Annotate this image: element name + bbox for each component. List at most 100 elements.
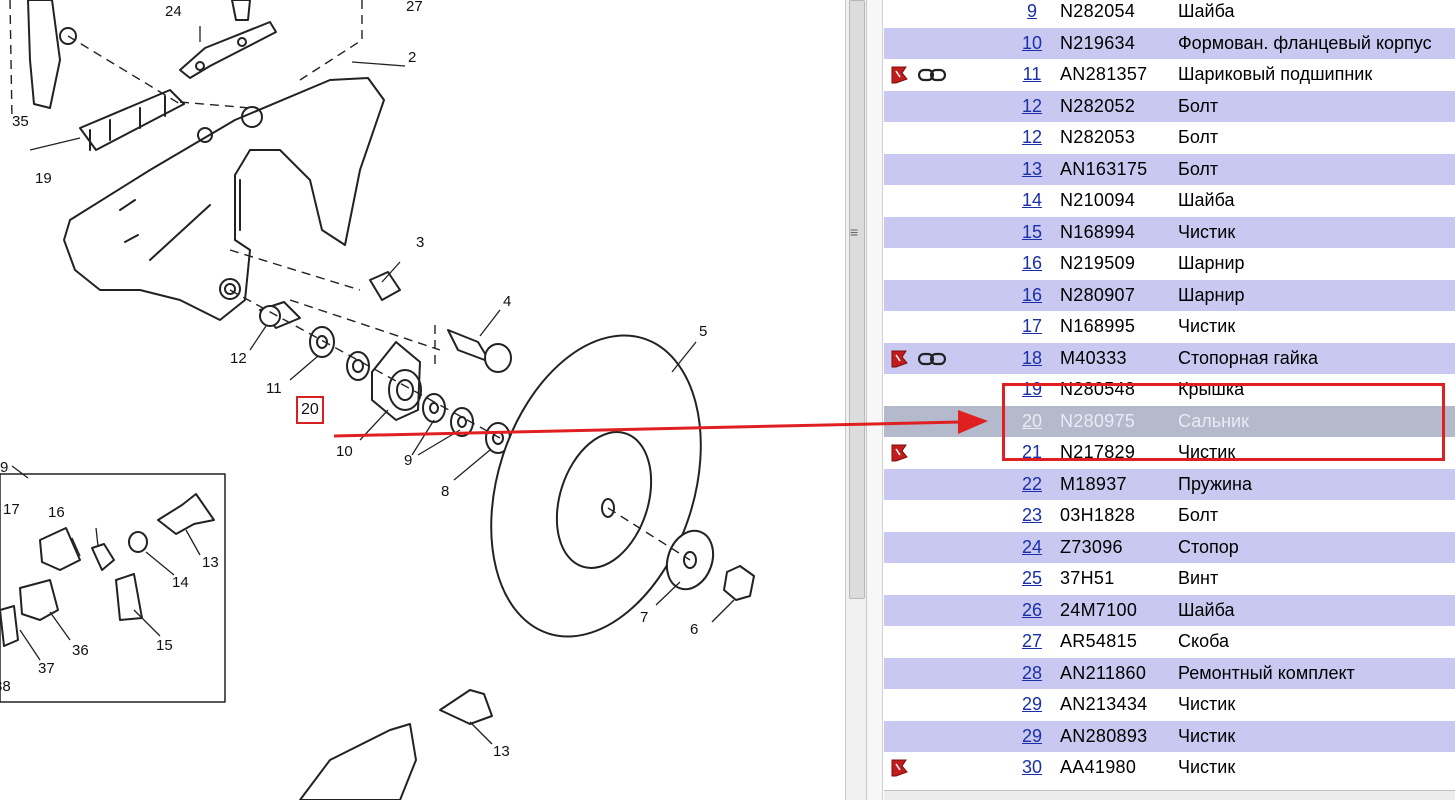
item-number[interactable]: 13: [1012, 159, 1052, 180]
callout-10[interactable]: 10: [336, 444, 353, 459]
callout-12[interactable]: 12: [230, 351, 247, 366]
table-row-12-N282053[interactable]: 12 N282053 Болт: [884, 122, 1455, 153]
item-number[interactable]: 16: [1012, 253, 1052, 274]
item-number-link[interactable]: 29: [1022, 694, 1042, 714]
item-number-link[interactable]: 28: [1022, 663, 1042, 683]
diagram-vertical-scrollbar[interactable]: ≡: [845, 0, 867, 800]
item-number[interactable]: 15: [1012, 222, 1052, 243]
table-row-20-N280975[interactable]: 20 N280975 Сальник: [884, 405, 1455, 437]
table-row-12-N282052[interactable]: 12 N282052 Болт: [884, 90, 1455, 122]
callout-11[interactable]: 11: [266, 381, 282, 396]
item-number-link[interactable]: 17: [1022, 316, 1042, 336]
callout-4[interactable]: 4: [503, 294, 511, 309]
item-number-link[interactable]: 12: [1022, 96, 1042, 116]
item-number[interactable]: 19: [1012, 379, 1052, 400]
item-number-link[interactable]: 29: [1022, 726, 1042, 746]
item-number-link[interactable]: 26: [1022, 600, 1042, 620]
callout-8[interactable]: 8: [441, 484, 449, 499]
item-number-link[interactable]: 20: [1022, 411, 1042, 431]
item-number-link[interactable]: 19: [1022, 379, 1042, 399]
callout-3[interactable]: 3: [416, 235, 424, 250]
table-row-16-N280907[interactable]: 16 N280907 Шарнир: [884, 279, 1455, 311]
item-number[interactable]: 22: [1012, 474, 1052, 495]
callout-36[interactable]: 36: [72, 643, 89, 658]
item-number[interactable]: 9: [1012, 1, 1052, 22]
table-row-9-N282054[interactable]: 9 N282054 Шайба: [884, 0, 1455, 27]
item-number[interactable]: 12: [1012, 96, 1052, 117]
table-row-17-N168995[interactable]: 17 N168995 Чистик: [884, 311, 1455, 342]
item-number[interactable]: 26: [1012, 600, 1052, 621]
item-number[interactable]: 29: [1012, 694, 1052, 715]
item-number-link[interactable]: 16: [1022, 253, 1042, 273]
item-number[interactable]: 10: [1012, 33, 1052, 54]
callout-38[interactable]: 38: [0, 679, 11, 694]
callout-35[interactable]: 35: [12, 114, 29, 129]
callout-13-bottom[interactable]: 13: [493, 744, 510, 759]
item-number[interactable]: 28: [1012, 663, 1052, 684]
callout-27[interactable]: 27: [406, 0, 423, 14]
table-row-29-AN280893[interactable]: 29 AN280893 Чистик: [884, 720, 1455, 752]
table-row-14-N210094[interactable]: 14 N210094 Шайба: [884, 185, 1455, 216]
item-number[interactable]: 24: [1012, 537, 1052, 558]
item-number[interactable]: 17: [1012, 316, 1052, 337]
table-row-13-AN163175[interactable]: 13 AN163175 Болт: [884, 153, 1455, 185]
item-number[interactable]: 29: [1012, 726, 1052, 747]
item-number-link[interactable]: 9: [1027, 1, 1037, 21]
item-number-link[interactable]: 13: [1022, 159, 1042, 179]
table-row-27-AR54815[interactable]: 27 AR54815 Скоба: [884, 626, 1455, 657]
table-row-11-AN281357[interactable]: 11 AN281357 Шариковый подшипник: [884, 59, 1455, 90]
callout-13[interactable]: 13: [202, 555, 219, 570]
item-number[interactable]: 11: [1012, 64, 1052, 85]
callout-16[interactable]: 16: [48, 505, 65, 520]
table-row-16-N219509[interactable]: 16 N219509 Шарнир: [884, 248, 1455, 279]
item-number[interactable]: 23: [1012, 505, 1052, 526]
table-row-25-37H51[interactable]: 25 37H51 Винт: [884, 563, 1455, 594]
item-number-link[interactable]: 25: [1022, 568, 1042, 588]
item-number-link[interactable]: 15: [1022, 222, 1042, 242]
callout-2[interactable]: 2: [408, 50, 416, 65]
item-number-link[interactable]: 21: [1022, 442, 1042, 462]
callout-20-highlighted[interactable]: 20: [296, 396, 324, 424]
table-row-23-03H1828[interactable]: 23 03H1828 Болт: [884, 500, 1455, 531]
item-number-link[interactable]: 14: [1022, 190, 1042, 210]
callout-5[interactable]: 5: [699, 324, 707, 339]
item-number-link[interactable]: 30: [1022, 757, 1042, 777]
callout-19[interactable]: 19: [35, 171, 52, 186]
callout-7[interactable]: 7: [640, 610, 648, 625]
callout-37[interactable]: 37: [38, 661, 55, 676]
item-number-link[interactable]: 23: [1022, 505, 1042, 525]
pane-splitter[interactable]: [867, 0, 883, 800]
item-number[interactable]: 14: [1012, 190, 1052, 211]
item-number-link[interactable]: 16: [1022, 285, 1042, 305]
callout-9[interactable]: 9: [404, 453, 412, 468]
item-number-link[interactable]: 12: [1022, 127, 1042, 147]
item-number[interactable]: 20: [1012, 411, 1052, 432]
table-row-30-AA41980[interactable]: 30 AA41980 Чистик: [884, 752, 1455, 783]
item-number-link[interactable]: 24: [1022, 537, 1042, 557]
callout-9-inset[interactable]: 9: [0, 460, 8, 475]
item-number[interactable]: 27: [1012, 631, 1052, 652]
item-number[interactable]: 12: [1012, 127, 1052, 148]
item-number-link[interactable]: 22: [1022, 474, 1042, 494]
callout-14[interactable]: 14: [172, 575, 189, 590]
callout-17[interactable]: 17: [3, 502, 20, 517]
item-number[interactable]: 25: [1012, 568, 1052, 589]
item-number-link[interactable]: 18: [1022, 348, 1042, 368]
table-row-26-24M7100[interactable]: 26 24M7100 Шайба: [884, 594, 1455, 626]
scrollbar-thumb[interactable]: [849, 0, 865, 599]
table-row-24-Z73096[interactable]: 24 Z73096 Стопор: [884, 531, 1455, 563]
item-number[interactable]: 18: [1012, 348, 1052, 369]
table-row-19-N280548[interactable]: 19 N280548 Крышка: [884, 374, 1455, 405]
table-horizontal-scrollbar[interactable]: [884, 790, 1455, 800]
callout-15[interactable]: 15: [156, 638, 173, 653]
callout-24[interactable]: 24: [165, 4, 182, 19]
diagram-pane[interactable]: 27 24 2 35 19 3 4 5 12 11 20 10 9 8 9 17…: [0, 0, 845, 800]
table-row-15-N168994[interactable]: 15 N168994 Чистик: [884, 216, 1455, 248]
item-number[interactable]: 16: [1012, 285, 1052, 306]
item-number-link[interactable]: 11: [1023, 64, 1042, 84]
table-row-22-M18937[interactable]: 22 M18937 Пружина: [884, 468, 1455, 500]
item-number[interactable]: 21: [1012, 442, 1052, 463]
table-row-10-N219634[interactable]: 10 N219634 Формован. фланцевый корпус: [884, 27, 1455, 59]
table-row-18-M40333[interactable]: 18 M40333 Стопорная гайка: [884, 342, 1455, 374]
item-number-link[interactable]: 10: [1022, 33, 1042, 53]
